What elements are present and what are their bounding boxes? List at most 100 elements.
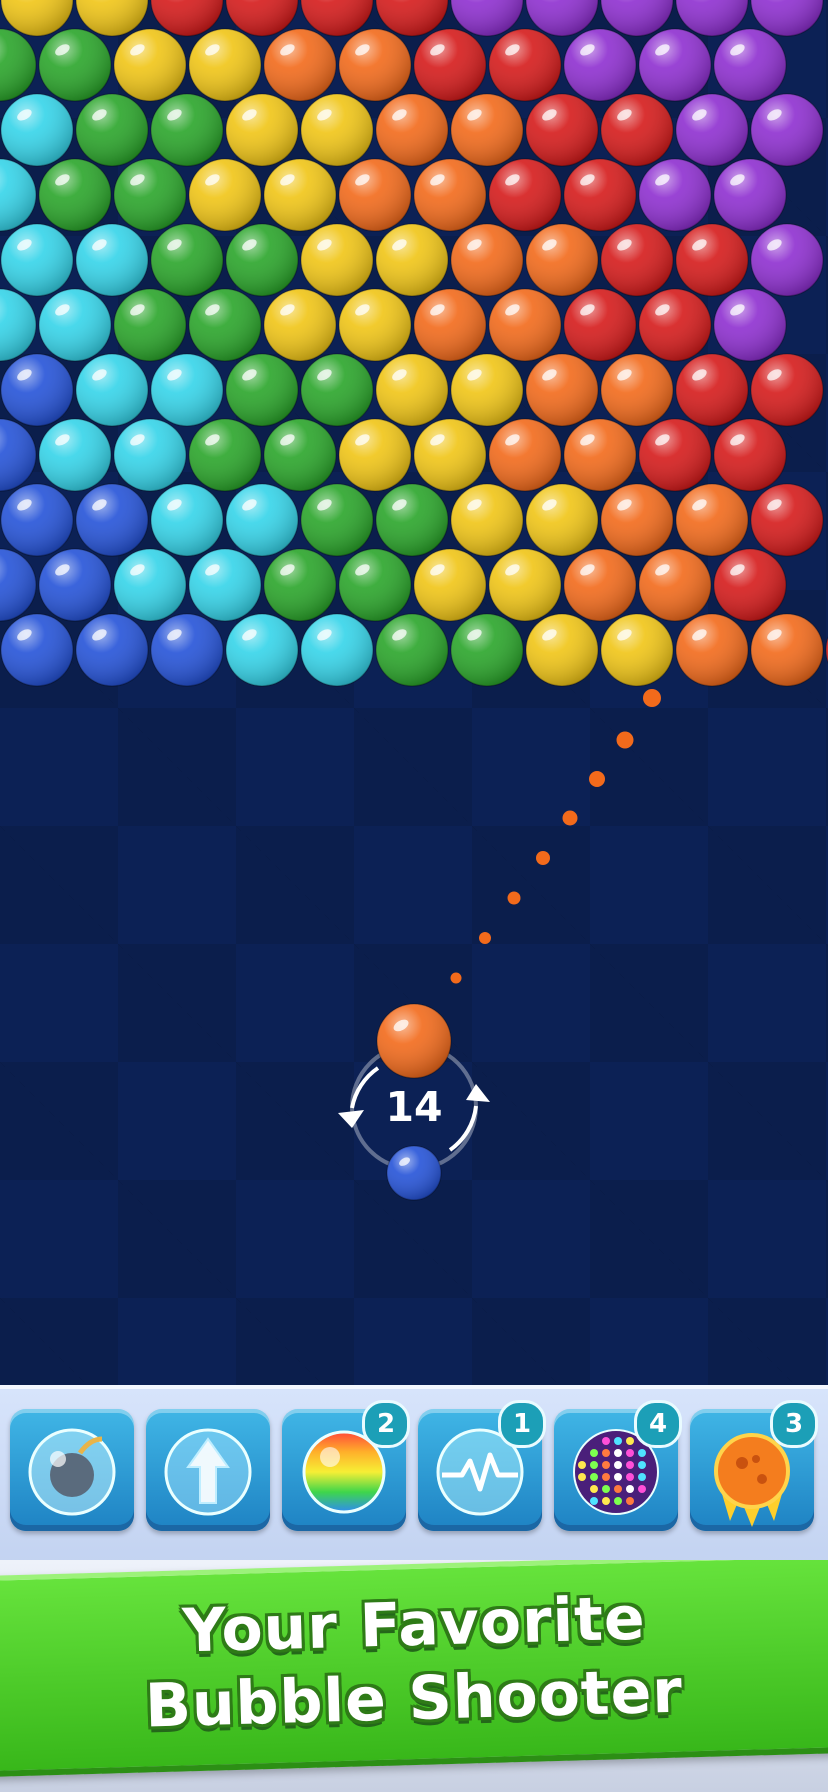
bubble bbox=[338, 418, 412, 492]
bubble bbox=[300, 353, 374, 427]
bubble bbox=[300, 483, 374, 557]
bubble bbox=[375, 93, 449, 167]
bubble-grid bbox=[0, 0, 828, 687]
booster-count-badge: 3 bbox=[770, 1400, 818, 1448]
bubble bbox=[413, 418, 487, 492]
bubble bbox=[0, 353, 74, 427]
booster-count-badge: 4 bbox=[634, 1400, 682, 1448]
booster-count-badge: 2 bbox=[362, 1400, 410, 1448]
bubble bbox=[563, 418, 637, 492]
bubble bbox=[188, 158, 262, 232]
bubble bbox=[563, 548, 637, 622]
arrow-bubble-icon bbox=[164, 1428, 252, 1516]
bubble bbox=[638, 158, 712, 232]
bubble bbox=[0, 223, 74, 297]
bubble bbox=[300, 613, 374, 687]
bubble bbox=[600, 93, 674, 167]
booster-lightning-button[interactable]: 1 bbox=[418, 1400, 546, 1531]
bubble bbox=[525, 353, 599, 427]
bubble bbox=[113, 158, 187, 232]
bubble bbox=[0, 158, 37, 232]
bubble bbox=[38, 548, 112, 622]
bubble bbox=[0, 548, 37, 622]
bubble bbox=[263, 288, 337, 362]
bubble bbox=[338, 548, 412, 622]
bubble bbox=[75, 483, 149, 557]
bubble bbox=[113, 28, 187, 102]
bubble bbox=[263, 418, 337, 492]
bubble bbox=[225, 93, 299, 167]
bubble bbox=[375, 483, 449, 557]
bubble bbox=[338, 288, 412, 362]
bubble-field[interactable] bbox=[0, 0, 828, 1385]
bubble bbox=[525, 223, 599, 297]
bubble bbox=[600, 483, 674, 557]
bubble bbox=[450, 353, 524, 427]
bubble bbox=[150, 223, 224, 297]
bubble bbox=[338, 28, 412, 102]
aim-dot bbox=[589, 771, 605, 787]
bubble bbox=[750, 613, 824, 687]
current-bubble[interactable] bbox=[376, 1003, 452, 1079]
booster-fireball-button[interactable]: 3 bbox=[690, 1400, 818, 1531]
promo-banner: Your Favorite Bubble Shooter bbox=[0, 1560, 828, 1792]
bubble bbox=[375, 613, 449, 687]
booster-rainbow-button[interactable]: 2 bbox=[282, 1400, 410, 1531]
bubble bbox=[488, 158, 562, 232]
bubble bbox=[563, 288, 637, 362]
bubble bbox=[38, 418, 112, 492]
bubble bbox=[0, 483, 74, 557]
shots-remaining-counter: 14 bbox=[385, 1083, 443, 1131]
booster-disco-button[interactable]: 4 bbox=[554, 1400, 682, 1531]
aim-dot bbox=[450, 972, 462, 984]
booster-tray: 2 1 4 3 bbox=[0, 1385, 828, 1564]
bubble bbox=[675, 223, 749, 297]
bubble bbox=[525, 93, 599, 167]
bubble bbox=[75, 613, 149, 687]
bubble bbox=[75, 223, 149, 297]
bubble bbox=[413, 288, 487, 362]
game-board[interactable]: 14 bbox=[0, 0, 828, 1385]
bubble bbox=[638, 548, 712, 622]
bubble bbox=[750, 223, 824, 297]
booster-arrow-button[interactable] bbox=[146, 1409, 270, 1531]
bubble bbox=[188, 548, 262, 622]
bubble bbox=[600, 223, 674, 297]
bubble bbox=[150, 613, 224, 687]
bubble bbox=[0, 613, 74, 687]
bubble bbox=[188, 28, 262, 102]
bubble bbox=[113, 418, 187, 492]
bubble bbox=[300, 93, 374, 167]
bubble bbox=[675, 353, 749, 427]
bubble bbox=[600, 353, 674, 427]
next-bubble[interactable] bbox=[386, 1145, 442, 1201]
bubble bbox=[38, 28, 112, 102]
bubble bbox=[713, 548, 787, 622]
bubble bbox=[0, 288, 37, 362]
bubble bbox=[488, 288, 562, 362]
bubble bbox=[413, 548, 487, 622]
bubble bbox=[488, 28, 562, 102]
booster-count-badge: 1 bbox=[498, 1400, 546, 1448]
swap-arrowhead-left-icon bbox=[338, 1110, 364, 1128]
bubble bbox=[375, 353, 449, 427]
bubble bbox=[38, 158, 112, 232]
aim-dot bbox=[643, 689, 661, 707]
aim-dot bbox=[479, 932, 491, 944]
booster-bomb-button[interactable] bbox=[10, 1409, 134, 1531]
bubble bbox=[638, 28, 712, 102]
bubble bbox=[188, 418, 262, 492]
bubble bbox=[375, 223, 449, 297]
bubble bbox=[225, 483, 299, 557]
bubble bbox=[563, 28, 637, 102]
bubble bbox=[150, 93, 224, 167]
bubble bbox=[0, 418, 37, 492]
aim-dot bbox=[562, 810, 578, 826]
bubble bbox=[113, 288, 187, 362]
aim-trajectory bbox=[450, 689, 661, 984]
bubble bbox=[225, 223, 299, 297]
bubble bbox=[0, 28, 37, 102]
bubble bbox=[413, 28, 487, 102]
bubble bbox=[675, 613, 749, 687]
bubble bbox=[450, 613, 524, 687]
